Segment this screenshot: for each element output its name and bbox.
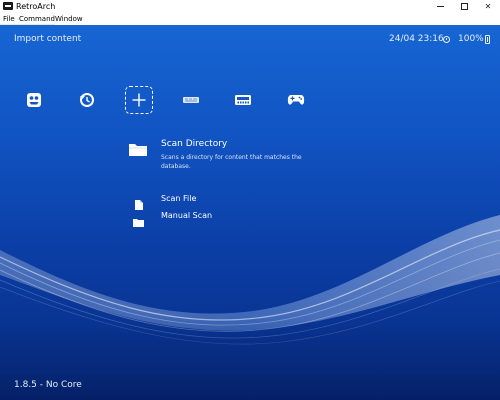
tab-playlist-2[interactable] bbox=[229, 86, 257, 114]
folder-icon bbox=[128, 141, 148, 161]
scan-directory-entry[interactable]: Scan Directory bbox=[161, 139, 227, 149]
gamepad-icon bbox=[287, 95, 305, 105]
page-title: Import content bbox=[14, 34, 82, 44]
manual-scan-folder-icon bbox=[133, 212, 144, 231]
title-bar[interactable]: RetroArch ✕ bbox=[0, 0, 500, 13]
tab-netplay[interactable] bbox=[282, 86, 310, 114]
close-icon: ✕ bbox=[484, 2, 492, 11]
tab-playlist-1[interactable] bbox=[177, 86, 205, 114]
retroarch-app-icon bbox=[3, 2, 13, 10]
background-ribbon bbox=[0, 215, 500, 400]
xmb-content-area: Import content 24/04 23:16 100% Scan Dir… bbox=[0, 25, 500, 400]
maximize-button[interactable] bbox=[452, 0, 476, 13]
tab-history[interactable] bbox=[73, 86, 101, 114]
console-cartridge-icon bbox=[183, 97, 199, 103]
history-icon bbox=[80, 93, 94, 107]
window-title: RetroArch bbox=[16, 2, 56, 11]
plus-icon bbox=[132, 93, 146, 107]
scan-file-entry[interactable]: Scan File bbox=[161, 194, 196, 203]
menu-command[interactable]: Command bbox=[19, 13, 55, 25]
minimize-icon bbox=[436, 6, 444, 7]
tab-main-menu[interactable] bbox=[20, 86, 48, 114]
retroarch-window: RetroArch ✕ File Command Window Import c… bbox=[0, 0, 500, 400]
tab-import-content[interactable] bbox=[125, 86, 153, 114]
menu-file[interactable]: File bbox=[3, 13, 15, 25]
close-button[interactable]: ✕ bbox=[476, 0, 500, 13]
maximize-icon bbox=[460, 3, 468, 10]
scan-directory-sublabel: Scans a directory for content that match… bbox=[161, 154, 302, 170]
clock-icon bbox=[443, 36, 450, 43]
console-icon bbox=[235, 95, 251, 105]
battery-icon bbox=[485, 35, 490, 44]
battery-text: 100% bbox=[458, 34, 484, 44]
manual-scan-entry[interactable]: Manual Scan bbox=[161, 211, 212, 220]
retroarch-icon bbox=[27, 93, 41, 107]
minimize-button[interactable] bbox=[428, 0, 452, 13]
clock-text: 24/04 23:16 bbox=[389, 34, 444, 44]
menu-bar: File Command Window bbox=[0, 13, 500, 400]
version-label: 1.8.5 - No Core bbox=[14, 380, 82, 390]
